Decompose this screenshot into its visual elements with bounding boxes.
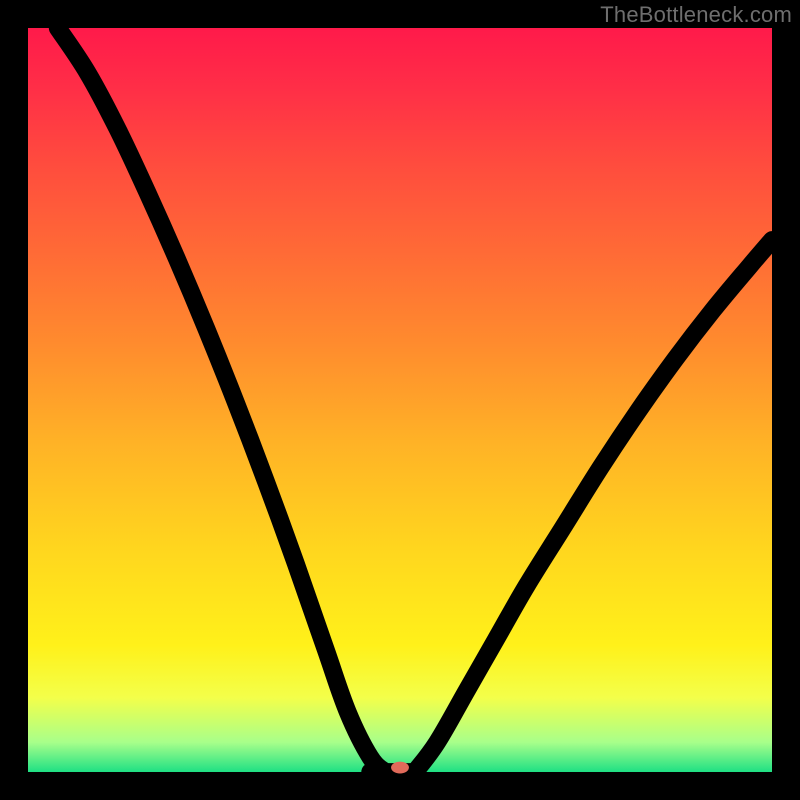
watermark-text: TheBottleneck.com: [600, 2, 792, 28]
chart-area: [28, 28, 772, 772]
curve-right-branch: [415, 240, 772, 772]
minimum-marker: [391, 762, 409, 774]
chart-svg: [28, 28, 772, 772]
curve-left-branch: [58, 28, 385, 772]
